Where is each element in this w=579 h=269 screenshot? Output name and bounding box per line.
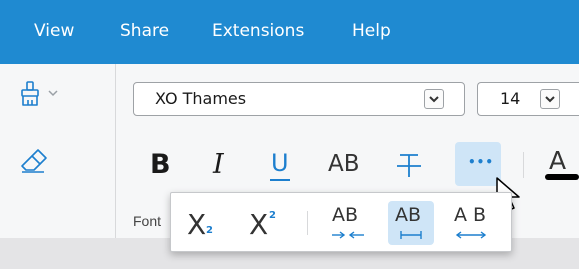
font-family-dropdown-button[interactable] (424, 89, 444, 109)
chevron-down-icon (429, 96, 439, 103)
bold-label: B (150, 149, 171, 180)
spacing-condensed-label: AB (332, 204, 359, 226)
font-group-label: Font (133, 213, 162, 229)
spacing-expanded-label: A B (454, 204, 487, 226)
spacing-normal-button[interactable]: AB (388, 201, 434, 245)
spacing-condensed-button[interactable]: AB (325, 201, 371, 245)
all-caps-button[interactable]: AB (326, 146, 366, 186)
menu-extensions[interactable]: Extensions (212, 19, 304, 43)
ribbon-separator (115, 64, 116, 238)
toolbar-separator (523, 152, 524, 178)
underline-button[interactable]: U (263, 146, 297, 186)
expand-arrows-icon (455, 231, 487, 239)
chevron-down-icon (48, 90, 58, 97)
underline-bar (270, 179, 290, 181)
chevron-down-icon (545, 96, 555, 103)
font-size-dropdown-button[interactable] (540, 89, 560, 109)
menu-bar: View Share Extensions Help (0, 0, 579, 64)
font-family-value: XO Thames (155, 89, 247, 108)
font-family-combo[interactable]: XO Thames (133, 82, 465, 116)
condense-arrows-icon (332, 231, 364, 239)
popup-separator (307, 211, 308, 235)
font-color-button[interactable]: A (545, 146, 579, 186)
font-color-label: A (549, 146, 567, 175)
strikethrough-icon (397, 154, 421, 177)
clear-style-button[interactable] (16, 138, 56, 178)
font-color-swatch (545, 174, 579, 180)
strikethrough-button[interactable] (392, 146, 426, 186)
italic-button[interactable]: I (204, 146, 238, 186)
superscript-mark: 2 (269, 210, 276, 221)
eraser-icon (21, 149, 47, 173)
superscript-label: X (249, 208, 269, 241)
font-size-combo[interactable]: 14 (477, 82, 579, 116)
spacing-normal-label: AB (395, 204, 422, 226)
subscript-mark: 2 (206, 225, 213, 236)
menu-help[interactable]: Help (352, 19, 391, 43)
copy-style-button[interactable] (16, 70, 80, 118)
font-size-value: 14 (500, 89, 521, 108)
menu-view[interactable]: View (34, 19, 74, 43)
superscript-button[interactable]: X 2 (239, 201, 285, 245)
italic-label: I (213, 149, 224, 180)
underline-label: U (271, 149, 289, 177)
subscript-button[interactable]: X 2 (177, 201, 223, 245)
menu-share[interactable]: Share (120, 19, 169, 43)
subscript-label: X (187, 208, 207, 241)
normal-spacing-icon (400, 231, 422, 239)
all-caps-label: AB (328, 151, 360, 177)
more-font-options-popup: X 2 X 2 AB AB A B (170, 192, 512, 252)
spacing-expanded-button[interactable]: A B (448, 201, 494, 245)
more-options-label: ••• (468, 155, 495, 169)
bold-button[interactable]: B (145, 146, 179, 186)
